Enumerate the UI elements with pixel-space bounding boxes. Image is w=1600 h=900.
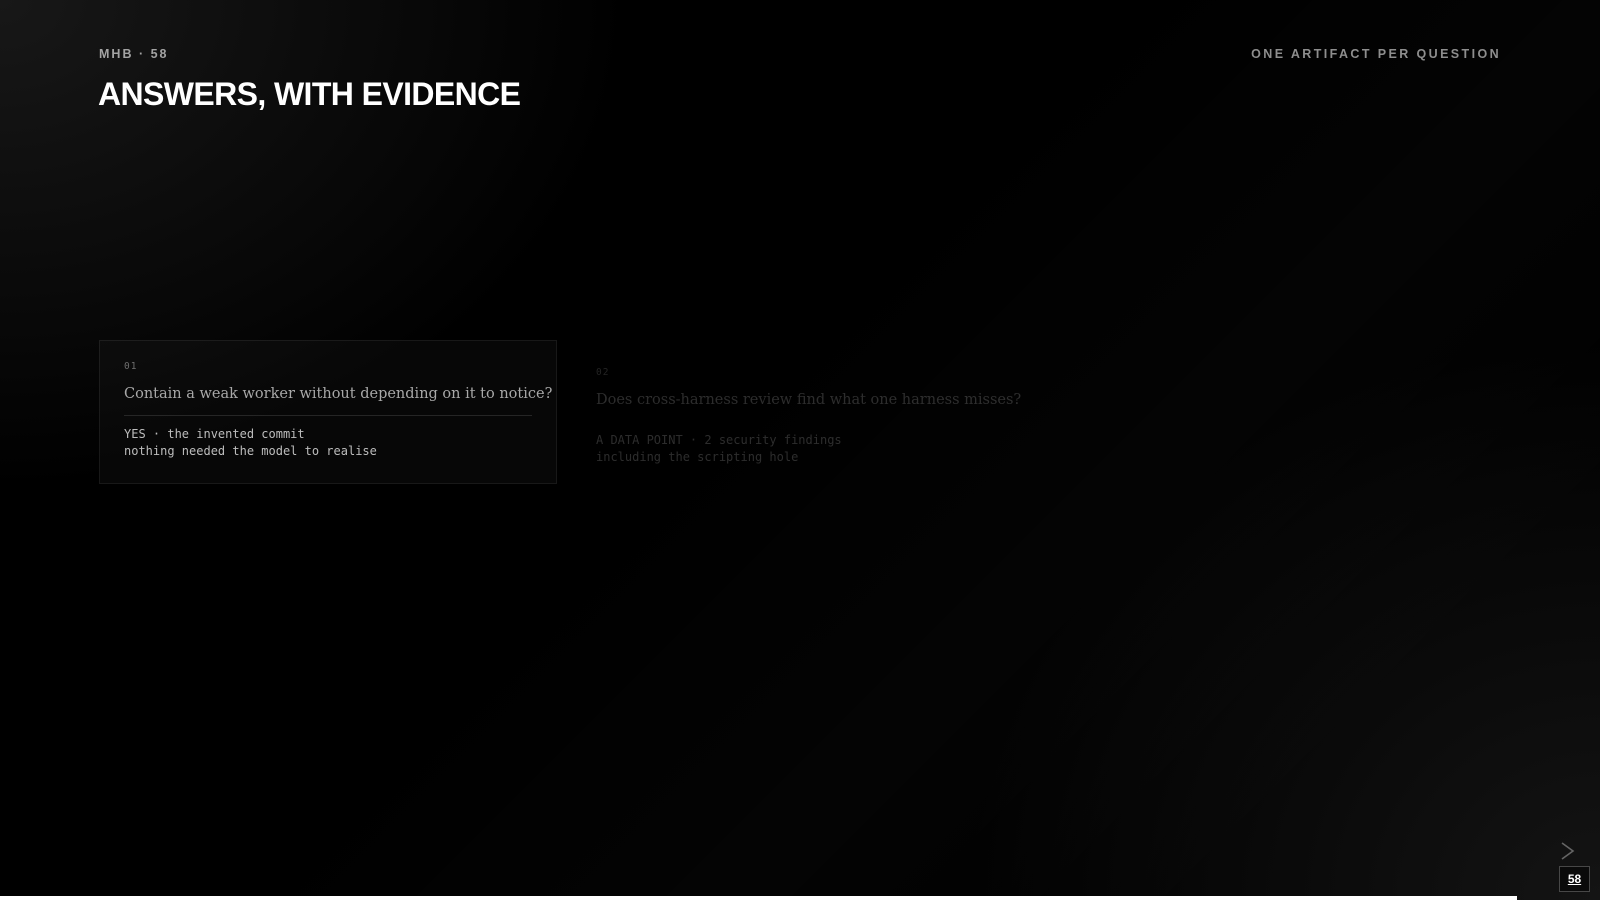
- card-divider: [124, 415, 532, 416]
- slide-tagline: ONE ARTIFACT PER QUESTION: [1251, 47, 1501, 61]
- question-card-1: 01 Contain a weak worker without dependi…: [99, 340, 557, 484]
- question-card-2: 02 Does cross-harness review find what o…: [572, 347, 1032, 491]
- page-title: ANSWERS, WITH EVIDENCE: [98, 76, 521, 112]
- card-divider: [596, 421, 1008, 422]
- card-answer: A DATA POINT · 2 security findings inclu…: [596, 433, 842, 464]
- slide: MHB · 58 ONE ARTIFACT PER QUESTION ANSWE…: [0, 0, 1600, 900]
- progress-bar: [0, 896, 1517, 900]
- card-number: 01: [124, 361, 138, 372]
- chevron-right-icon[interactable]: [1556, 840, 1578, 862]
- card-question: Does cross-harness review find what one …: [596, 392, 1022, 408]
- card-answer: YES · the invented commit nothing needed…: [124, 427, 377, 458]
- card-question: Contain a weak worker without depending …: [124, 386, 553, 402]
- page-number-badge[interactable]: 58: [1559, 866, 1590, 892]
- card-number: 02: [596, 367, 610, 378]
- slide-eyebrow: MHB · 58: [99, 47, 169, 61]
